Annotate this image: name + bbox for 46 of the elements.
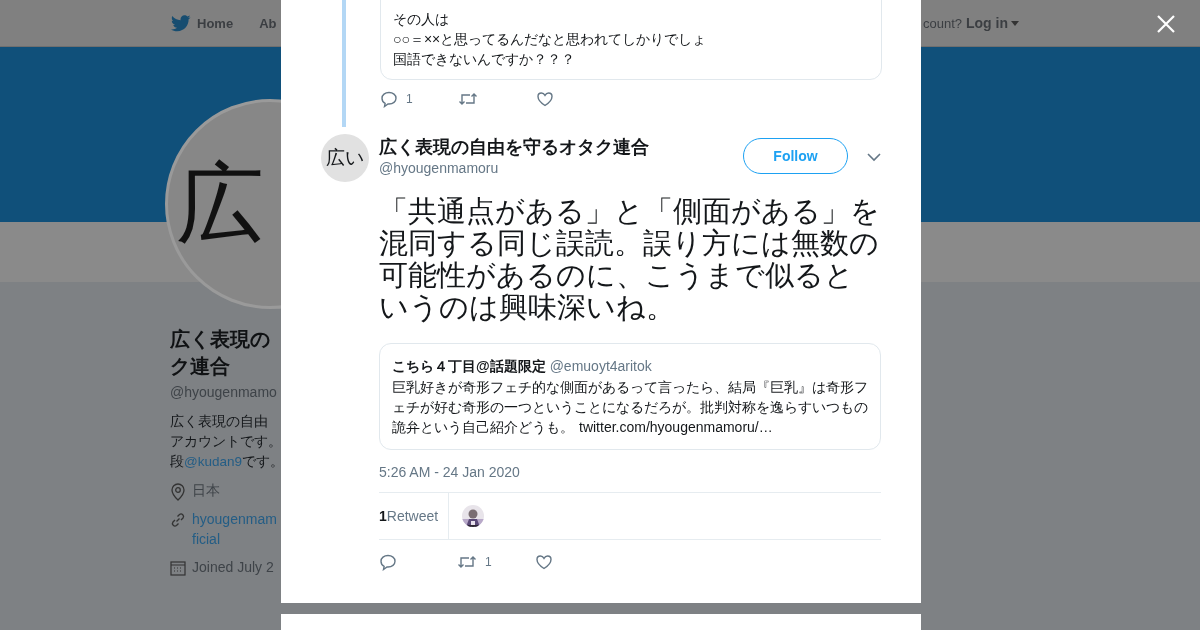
chevron-down-icon[interactable]: [867, 153, 881, 162]
quoted-user-name: こちら４丁目@話題限定: [392, 357, 546, 376]
location-pin-icon[interactable]: [170, 483, 186, 501]
nav-link[interactable]: Ab: [259, 14, 277, 32]
follow-button[interactable]: Follow: [743, 138, 848, 174]
close-icon[interactable]: [1157, 15, 1175, 33]
website-link[interactable]: ficial: [192, 529, 277, 549]
bio-text: です。: [242, 454, 281, 469]
bird-icon[interactable]: [171, 14, 191, 32]
user-handle[interactable]: @hyougenmamoru: [379, 160, 743, 176]
mention-link[interactable]: @kudan9: [184, 454, 242, 469]
website-link[interactable]: hyougenmam: [192, 509, 277, 529]
nav-link[interactable]: Home: [171, 14, 234, 32]
heart-icon[interactable]: [535, 553, 553, 571]
location-text: 日本: [192, 482, 220, 500]
calendar-icon[interactable]: [170, 560, 186, 576]
tweet-text-line: ○○＝××と思ってるんだなと思われてしかりでしょ: [393, 30, 708, 49]
tweet-timestamp: 5:26 AM - 24 Jan 2020: [379, 464, 521, 480]
tweet-text-line: 国語できないんですか？？？: [393, 50, 576, 69]
caret-icon[interactable]: [1011, 20, 1019, 26]
quoted-tweet-text: 巨乳好きが奇形フェチ的な側面があるって言ったら、結局『巨乳』は奇形フェチが好む奇形の一つということになるだろが。批判対称を逸らすいつもの詭弁という自己紹介どうも。 twitter.com/hyougenmamoru/…: [392, 378, 868, 437]
profile-name: ク連合: [170, 354, 231, 379]
link-icon[interactable]: [170, 512, 186, 528]
bio-text: アカウントです。: [170, 433, 281, 451]
user-name[interactable]: 広く表現の自由を守るオタク連合: [379, 137, 743, 157]
retweet-count: 1: [485, 555, 492, 569]
profile-name: 広く表現の: [170, 327, 271, 352]
quoted-tweet-link[interactable]: twitter.com/hyougenmamoru/…: [579, 419, 773, 435]
reply-icon[interactable]: [380, 90, 398, 108]
tweet-text: 「共通点がある」と「側面がある」を混同する同じ誤読。誤り方には無数の可能性があるのに、こうまで似るというのは興味深いね。: [379, 195, 881, 323]
reply-count: 1: [406, 92, 413, 106]
login-prompt: count?: [922, 15, 962, 31]
reply-icon[interactable]: [379, 553, 397, 571]
heart-icon[interactable]: [536, 90, 554, 108]
bio-text: 広く表現の自由: [170, 413, 269, 431]
avatar-text: 広: [176, 152, 264, 255]
quoted-tweet-card[interactable]: こちら４丁目@話題限定 @emuoyt4aritok 巨乳好きが奇形フェチ的な側面があるって言ったら、結局『巨乳』は奇形フェチが好む奇形の一つということになるだろが。批判対称を逸らすいつもの詭弁という自己紹介どうも。 twitter.com/hyougenmamoru/…: [379, 343, 881, 450]
tweet-text-line: その人は: [393, 10, 450, 29]
retweet-count-link[interactable]: 1Retweet: [379, 493, 450, 539]
avatar-text: 広い: [326, 146, 364, 170]
user-avatar[interactable]: 広い: [321, 134, 369, 182]
bio-text: 段: [170, 454, 184, 469]
profile-handle: @hyougenmamo: [170, 384, 278, 400]
login-link[interactable]: Log in: [966, 15, 1019, 31]
joined-date: Joined July 2: [192, 559, 274, 575]
quoted-user-handle: @emuoyt4aritok: [549, 357, 652, 376]
